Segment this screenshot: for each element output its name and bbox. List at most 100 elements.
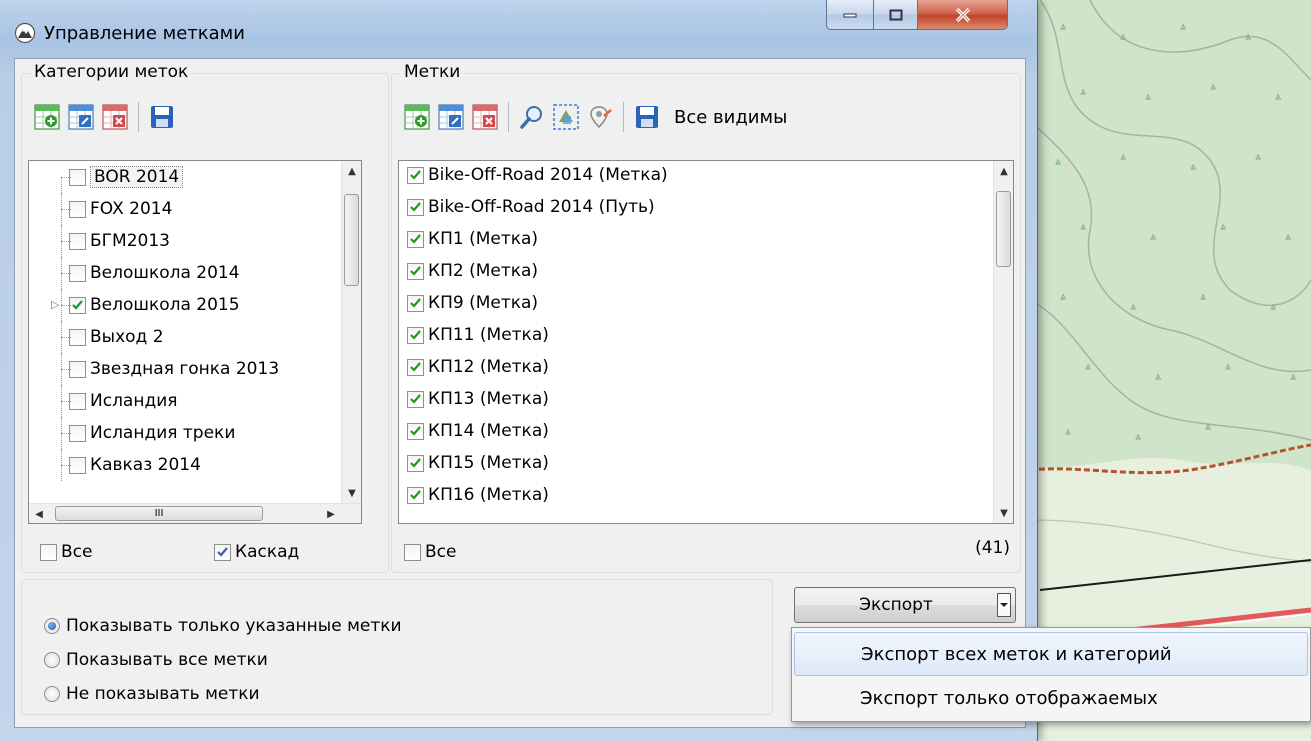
add-mark-button[interactable] xyxy=(400,100,434,134)
marks-vscroll-thumb[interactable] xyxy=(996,191,1011,267)
tree-item[interactable]: Кавказ 2014 xyxy=(29,449,341,481)
radio-circle xyxy=(44,618,60,634)
list-item[interactable]: КП9 (Метка) xyxy=(407,287,985,319)
list-item[interactable]: КП13 (Метка) xyxy=(407,383,985,415)
svg-text:⩓: ⩓ xyxy=(1210,80,1217,93)
display-option-radio[interactable]: Не показывать метки xyxy=(44,684,260,704)
checkbox-box[interactable] xyxy=(69,424,86,442)
dropdown-arrow-icon[interactable] xyxy=(997,593,1011,617)
checkbox-box[interactable] xyxy=(407,358,424,376)
checkbox-box[interactable] xyxy=(407,390,424,408)
add-table-icon xyxy=(404,104,430,130)
close-button[interactable] xyxy=(918,0,1008,30)
select-area-icon xyxy=(553,104,579,130)
tree-item[interactable]: Исландия xyxy=(29,385,341,417)
checkbox-box[interactable] xyxy=(407,166,424,184)
list-item[interactable]: Bike-Off-Road 2014 (Путь) xyxy=(407,191,985,223)
svg-text:⩓: ⩓ xyxy=(1275,90,1282,103)
checkbox-box[interactable] xyxy=(69,392,86,410)
categories-hscroll-thumb[interactable]: III xyxy=(55,506,263,521)
scroll-right-arrow-icon[interactable]: ▶ xyxy=(321,504,341,523)
delete-category-button[interactable] xyxy=(98,100,132,134)
scroll-left-arrow-icon[interactable]: ◀ xyxy=(29,504,49,523)
tree-item[interactable]: Выход 2 xyxy=(29,321,341,353)
list-item[interactable]: КП14 (Метка) xyxy=(407,415,985,447)
tree-connector xyxy=(49,353,71,385)
checkbox-box[interactable] xyxy=(69,232,86,250)
list-item[interactable]: КП2 (Метка) xyxy=(407,255,985,287)
checkbox-box[interactable] xyxy=(407,230,424,248)
save-categories-button[interactable] xyxy=(145,100,179,134)
display-option-radio[interactable]: Показывать все метки xyxy=(44,650,268,670)
tree-item[interactable]: БГМ2013 xyxy=(29,225,341,257)
radio-circle xyxy=(44,686,60,702)
tree-connector: ▷ xyxy=(49,289,71,321)
categories-tree[interactable]: BOR 2014 FOX 2014 БГМ2013 Велошкола 2014 ▷ Ве… xyxy=(28,160,362,524)
checkbox-box[interactable] xyxy=(407,486,424,504)
list-item[interactable]: Bike-Off-Road 2014 (Метка) xyxy=(407,161,985,191)
menu-item-export-visible[interactable]: Экспорт только отображаемых xyxy=(794,676,1308,720)
checkbox-box[interactable] xyxy=(69,296,86,314)
marks-list[interactable]: Bike-Off-Road 2014 (Метка) Bike-Off-Road … xyxy=(398,160,1014,524)
cascade-checkbox[interactable]: Каскад xyxy=(214,542,299,562)
marks-vscrollbar[interactable]: ▲ ▼ xyxy=(993,161,1013,523)
list-item[interactable]: КП11 (Метка) xyxy=(407,319,985,351)
add-category-button[interactable] xyxy=(30,100,64,134)
tree-item[interactable]: ▷ Велошкола 2015 xyxy=(29,289,341,321)
checkbox-box[interactable] xyxy=(69,264,86,282)
marks-all-checkbox[interactable]: Все xyxy=(404,542,456,562)
svg-text:⩓: ⩓ xyxy=(1085,360,1092,373)
categories-vscrollbar[interactable]: ▲ ▼ xyxy=(341,161,361,503)
save-marks-button[interactable] xyxy=(630,100,664,134)
display-option-radio[interactable]: Показывать только указанные метки xyxy=(44,616,402,636)
export-button[interactable]: Экспорт xyxy=(794,587,1016,623)
scroll-down-arrow-icon[interactable]: ▼ xyxy=(342,483,361,503)
checkbox-box[interactable] xyxy=(69,456,86,474)
find-mark-button[interactable] xyxy=(515,100,549,134)
scroll-down-arrow-icon[interactable]: ▼ xyxy=(994,503,1013,523)
categories-vscroll-thumb[interactable] xyxy=(344,194,359,286)
svg-text:⩓: ⩓ xyxy=(1155,370,1162,383)
select-area-button[interactable] xyxy=(549,100,583,134)
all-visible-button[interactable]: Все видимы xyxy=(674,107,787,128)
list-item[interactable]: КП1 (Метка) xyxy=(407,223,985,255)
title-bar[interactable]: Управление метками xyxy=(0,0,1037,58)
edit-category-button[interactable] xyxy=(64,100,98,134)
menu-item-export-all[interactable]: Экспорт всех меток и категорий xyxy=(794,632,1308,676)
minimize-button[interactable] xyxy=(826,0,874,30)
list-item-label: КП1 (Метка) xyxy=(428,229,539,249)
checkbox-box[interactable] xyxy=(407,198,424,216)
tree-item[interactable]: FOX 2014 xyxy=(29,193,341,225)
list-item[interactable]: КП12 (Метка) xyxy=(407,351,985,383)
expand-arrow-icon[interactable]: ▷ xyxy=(51,298,59,311)
list-item-label: КП9 (Метка) xyxy=(428,293,539,313)
scroll-up-arrow-icon[interactable]: ▲ xyxy=(342,161,361,181)
list-item[interactable]: КП15 (Метка) xyxy=(407,447,985,479)
tree-item[interactable]: Исландия треки xyxy=(29,417,341,449)
tree-item[interactable]: Велошкола 2014 xyxy=(29,257,341,289)
categories-hscrollbar[interactable]: ◀ III ▶ xyxy=(29,503,361,523)
checkbox-box[interactable] xyxy=(69,168,86,186)
pin-mark-button[interactable] xyxy=(583,100,617,134)
edit-mark-button[interactable] xyxy=(434,100,468,134)
check-icon xyxy=(410,234,421,244)
checkbox-box[interactable] xyxy=(69,328,86,346)
list-item[interactable]: КП16 (Метка) xyxy=(407,479,985,511)
categories-all-checkbox[interactable]: Все xyxy=(40,542,92,562)
svg-text:⩓: ⩓ xyxy=(1055,155,1062,168)
checkbox-box[interactable] xyxy=(69,200,86,218)
tree-item[interactable]: BOR 2014 xyxy=(29,161,341,193)
checkbox-box[interactable] xyxy=(407,262,424,280)
checkbox-box[interactable] xyxy=(407,326,424,344)
delete-mark-button[interactable] xyxy=(468,100,502,134)
checkbox-box[interactable] xyxy=(407,422,424,440)
checkbox-box[interactable] xyxy=(407,294,424,312)
checkbox-box[interactable] xyxy=(407,454,424,472)
svg-text:⩓: ⩓ xyxy=(1150,230,1157,243)
list-item-label: КП2 (Метка) xyxy=(428,261,539,281)
tree-item[interactable]: Звездная гонка 2013 xyxy=(29,353,341,385)
scroll-up-arrow-icon[interactable]: ▲ xyxy=(994,161,1013,181)
check-icon xyxy=(410,298,421,308)
checkbox-box[interactable] xyxy=(69,360,86,378)
maximize-button[interactable] xyxy=(874,0,918,30)
